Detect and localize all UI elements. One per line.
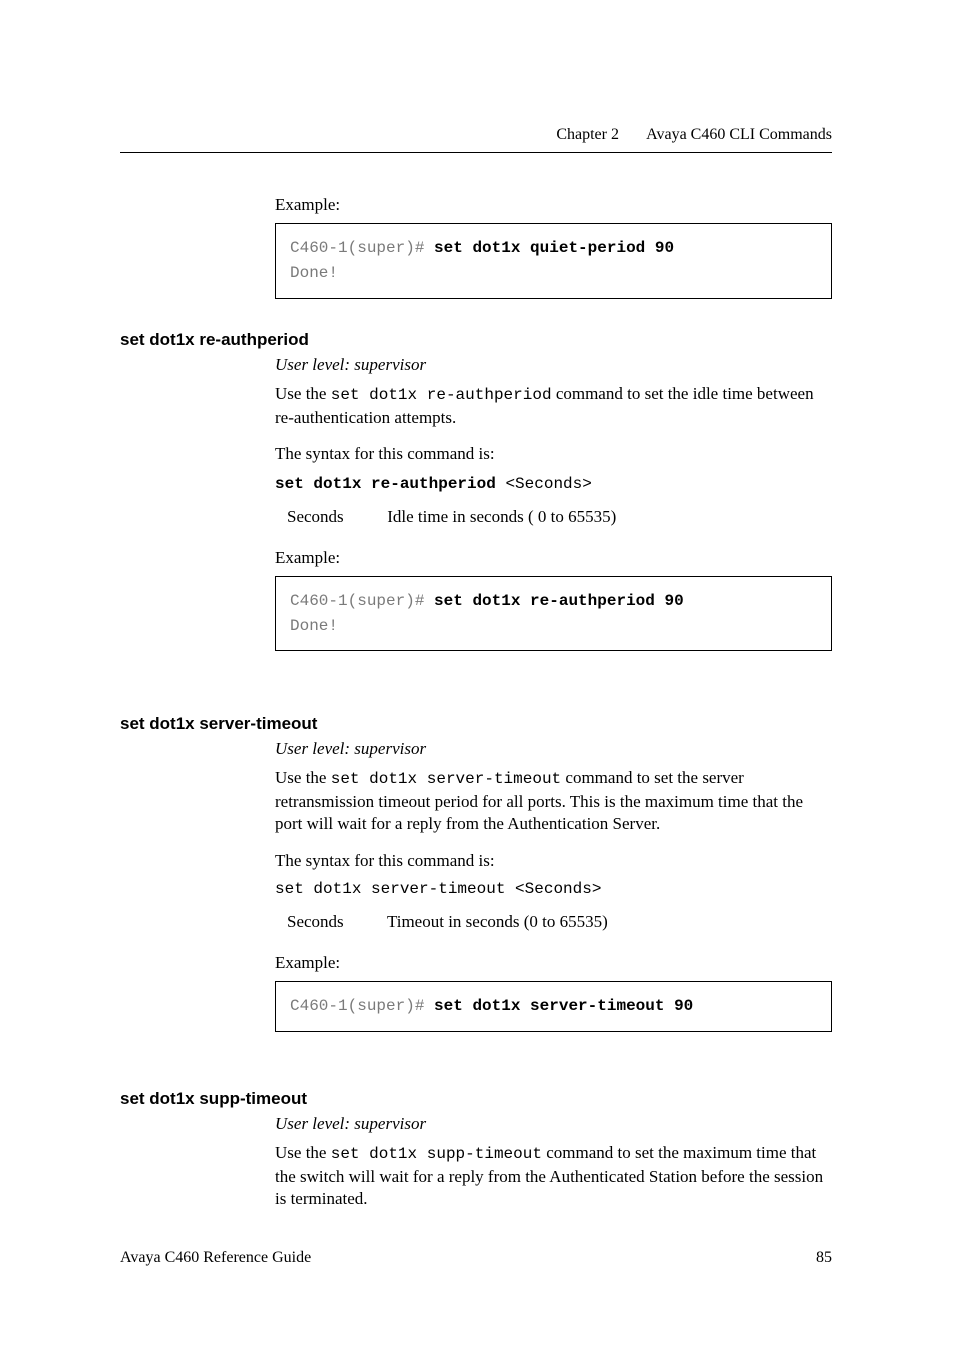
- s2-intro: Use the set dot1x re-authperiod command …: [275, 383, 832, 430]
- s2-code-box: C460-1(super)# set dot1x re-authperiod 9…: [275, 576, 832, 652]
- header-chapter: Chapter 2: [556, 126, 619, 143]
- s3-code-box: C460-1(super)# set dot1x server-timeout …: [275, 981, 832, 1032]
- s2-out: Done!: [290, 617, 338, 635]
- s2-syntax-arg: <Seconds>: [496, 475, 592, 493]
- s1-example-label: Example: C460-1(super)# set dot1x quiet-…: [275, 194, 832, 299]
- header-right-group: Chapter 2 Avaya C460 CLI Commands: [556, 126, 832, 144]
- footer-left: Avaya C460 Reference Guide: [120, 1249, 311, 1266]
- s4-intro-mono: set dot1x supp-timeout: [331, 1145, 542, 1163]
- s3-syntax-line: set dot1x server-timeout <Seconds>: [275, 879, 832, 901]
- header-title: Avaya C460 CLI Commands: [646, 126, 832, 143]
- page: Chapter 2 Avaya C460 CLI Commands Exampl…: [0, 0, 954, 1351]
- s4-userlevel: User level: supervisor: [275, 1113, 832, 1136]
- s3-syntax-intro: The syntax for this command is:: [275, 850, 832, 873]
- s3-heading: set dot1x server-timeout: [120, 714, 317, 734]
- s3-userlevel: User level: supervisor: [275, 738, 832, 761]
- s4-intro-a: Use the: [275, 1143, 331, 1162]
- s3-intro-a: Use the: [275, 768, 331, 787]
- s3-intro: Use the set dot1x server-timeout command…: [275, 767, 832, 836]
- s4-body: User level: supervisor Use the set dot1x…: [275, 1113, 832, 1217]
- s2-param-row: Seconds Idle time in seconds ( 0 to 6553…: [287, 506, 832, 529]
- header-rule: [120, 152, 832, 153]
- s4-intro: Use the set dot1x supp-timeout command t…: [275, 1142, 832, 1211]
- example-label: Example:: [275, 194, 832, 217]
- s2-syntax-line: set dot1x re-authperiod <Seconds>: [275, 472, 832, 496]
- s2-body: User level: supervisor Use the set dot1x…: [275, 354, 832, 651]
- s3-intro-mono: set dot1x server-timeout: [331, 770, 561, 788]
- s2-syntax-intro: The syntax for this command is:: [275, 443, 832, 466]
- s4-heading: set dot1x supp-timeout: [120, 1089, 307, 1109]
- s2-intro-mono: set dot1x re-authperiod: [331, 386, 552, 404]
- s2-intro-a: Use the: [275, 384, 331, 403]
- s1-out: Done!: [290, 264, 338, 282]
- s3-example-label: Example:: [275, 952, 832, 975]
- s2-example-label: Example:: [275, 547, 832, 570]
- s1-cmd: set dot1x quiet-period 90: [434, 239, 674, 257]
- s3-param-desc: Timeout in seconds (0 to 65535): [387, 912, 608, 931]
- s2-prompt: C460-1(super)#: [290, 592, 434, 610]
- s3-param-name: Seconds: [287, 911, 383, 934]
- s2-param-desc: Idle time in seconds ( 0 to 65535): [387, 507, 616, 526]
- s3-prompt: C460-1(super)#: [290, 997, 434, 1015]
- page-header: Chapter 2 Avaya C460 CLI Commands: [120, 126, 832, 144]
- page-footer: Avaya C460 Reference Guide 85: [120, 1249, 832, 1267]
- s3-cmd: set dot1x server-timeout 90: [434, 997, 693, 1015]
- s2-param-name: Seconds: [287, 506, 383, 529]
- s2-userlevel: User level: supervisor: [275, 354, 832, 377]
- header-sep: [623, 126, 643, 143]
- s2-syntax-cmd: set dot1x re-authperiod: [275, 475, 496, 493]
- s1-code-box: C460-1(super)# set dot1x quiet-period 90…: [275, 223, 832, 299]
- s2-heading: set dot1x re-authperiod: [120, 330, 309, 350]
- s2-cmd: set dot1x re-authperiod 90: [434, 592, 684, 610]
- footer-right: 85: [816, 1249, 832, 1267]
- s3-param-row: Seconds Timeout in seconds (0 to 65535): [287, 911, 832, 934]
- s3-body: User level: supervisor Use the set dot1x…: [275, 738, 832, 1032]
- s1-prompt: C460-1(super)#: [290, 239, 434, 257]
